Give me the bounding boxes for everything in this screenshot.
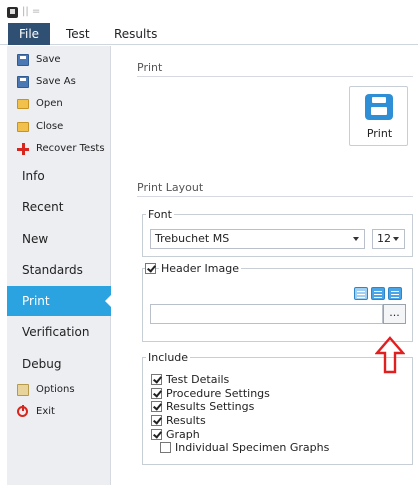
title-bar: || = — [0, 0, 418, 22]
header-image-checkbox[interactable] — [145, 263, 156, 274]
header-image-path-input[interactable] — [150, 304, 383, 324]
nav-print[interactable]: Print — [7, 286, 112, 316]
align-center-icon[interactable] — [371, 287, 385, 300]
open-label: Open — [36, 98, 63, 109]
print-page: Print Print Print Layout Font Trebuchet … — [112, 46, 418, 485]
align-right-icon[interactable] — [388, 287, 402, 300]
include-legend: Include — [146, 351, 191, 364]
alignment-buttons — [354, 287, 404, 301]
nav-debug[interactable]: Debug — [7, 349, 111, 379]
print-layout-title: Print Layout — [137, 181, 204, 194]
save-as-icon — [17, 76, 29, 88]
font-size-select[interactable]: 12 — [372, 229, 405, 249]
menu-bar: File Test Results — [0, 23, 418, 45]
font-group: Font Trebuchet MS 12 — [142, 208, 413, 257]
menu-results[interactable]: Results — [104, 23, 167, 45]
close-label: Close — [36, 121, 64, 132]
header-image-label: Header Image — [159, 262, 241, 275]
save-as-command[interactable]: Save As — [7, 72, 111, 92]
font-family-value: Trebuchet MS — [155, 232, 230, 245]
recover-tests-command[interactable]: Recover Tests — [7, 139, 111, 159]
folder-close-icon — [17, 122, 29, 132]
recover-plus-icon — [17, 143, 29, 155]
save-as-label: Save As — [36, 76, 76, 87]
folder-open-icon — [17, 99, 29, 109]
recover-tests-label: Recover Tests — [36, 143, 105, 154]
exit-command[interactable]: Exit — [7, 402, 111, 422]
annotation-arrow-icon — [375, 336, 405, 374]
individual-specimen-graphs-checkbox[interactable] — [160, 442, 171, 453]
backstage-sidebar: Save Save As Open Close Recover Tests In… — [7, 46, 112, 485]
print-button-label: Print — [366, 127, 393, 140]
individual-specimen-graphs-label: Individual Specimen Graphs — [175, 441, 330, 454]
font-family-select[interactable]: Trebuchet MS — [150, 229, 365, 249]
align-left-icon[interactable] — [354, 287, 368, 300]
nav-standards[interactable]: Standards — [7, 255, 111, 285]
save-label: Save — [36, 54, 61, 65]
nav-verification[interactable]: Verification — [7, 317, 111, 347]
results-settings-label: Results Settings — [166, 400, 255, 413]
font-size-value: 12 — [377, 232, 391, 245]
test-details-checkbox[interactable] — [151, 374, 162, 385]
graph-checkbox[interactable] — [151, 429, 162, 440]
menu-test[interactable]: Test — [56, 23, 100, 45]
header-image-group: Header Image ... — [142, 262, 413, 342]
nav-new[interactable]: New — [7, 224, 111, 254]
open-command[interactable]: Open — [7, 94, 111, 114]
save-icon — [17, 54, 29, 66]
test-details-label: Test Details — [166, 373, 230, 386]
graph-label: Graph — [166, 428, 200, 441]
exit-label: Exit — [36, 406, 55, 417]
font-legend: Font — [146, 208, 174, 221]
printer-icon — [365, 94, 393, 120]
nav-recent[interactable]: Recent — [7, 192, 111, 222]
quick-access-separator: || = — [22, 6, 41, 17]
include-group: Include Test Details Procedure Settings … — [142, 351, 413, 465]
print-section-title: Print — [137, 61, 163, 74]
chevron-down-icon — [393, 237, 399, 241]
browse-button[interactable]: ... — [383, 304, 406, 324]
options-icon — [17, 384, 29, 396]
save-command[interactable]: Save — [7, 50, 111, 70]
app-icon[interactable] — [7, 7, 18, 18]
results-settings-checkbox[interactable] — [151, 401, 162, 412]
nav-info[interactable]: Info — [7, 161, 111, 191]
procedure-settings-label: Procedure Settings — [166, 387, 270, 400]
procedure-settings-checkbox[interactable] — [151, 388, 162, 399]
results-checkbox[interactable] — [151, 415, 162, 426]
print-section-divider — [137, 76, 413, 77]
power-icon — [17, 405, 28, 417]
options-label: Options — [36, 384, 75, 395]
menu-file[interactable]: File — [8, 23, 50, 45]
print-layout-divider — [137, 196, 413, 197]
print-button[interactable]: Print — [349, 86, 408, 146]
close-command[interactable]: Close — [7, 117, 111, 137]
results-label: Results — [166, 414, 206, 427]
options-command[interactable]: Options — [7, 380, 111, 400]
chevron-down-icon — [353, 237, 359, 241]
